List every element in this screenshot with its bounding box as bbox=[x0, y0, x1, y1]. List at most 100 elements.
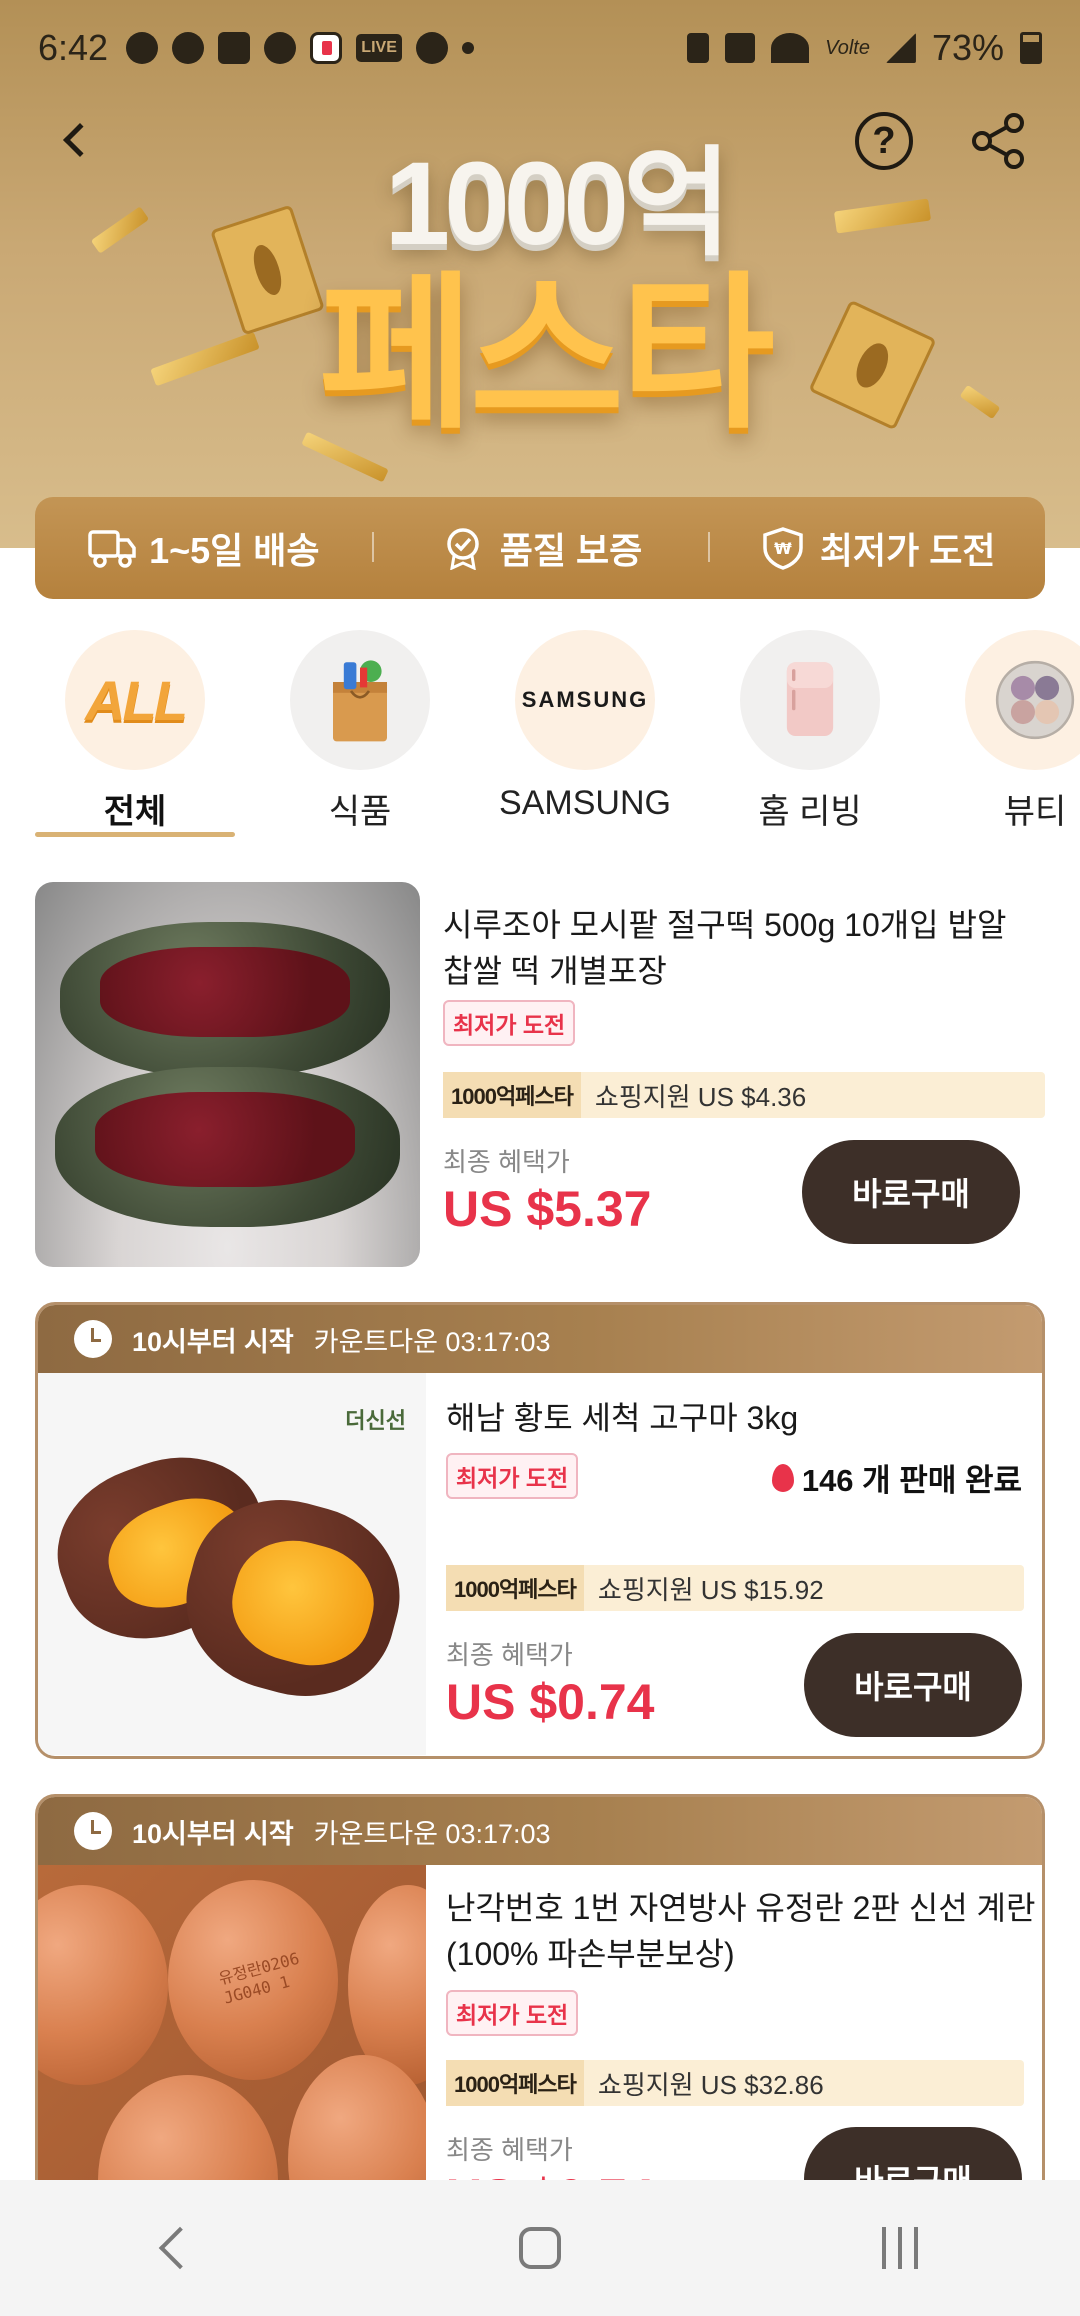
festa-badge: 1000억페스타 bbox=[446, 1565, 584, 1611]
alarm-clock-icon bbox=[74, 1812, 112, 1850]
category-image bbox=[740, 630, 880, 770]
lowest-price-tag: 최저가 도전 bbox=[446, 1990, 579, 2036]
notification-dot-icon bbox=[462, 42, 475, 54]
wifi-icon bbox=[771, 33, 810, 63]
volte-label: Volte bbox=[825, 36, 870, 59]
product-card[interactable]: 시루조아 모시팥 절구떡 500g 10개입 밥알 찹쌀 떡 개별포장 최저가 … bbox=[35, 882, 1045, 1267]
final-price-label: 최종 혜택가 bbox=[446, 1640, 573, 1670]
status-time: 6:42 bbox=[38, 27, 109, 68]
bluetooth-icon bbox=[687, 33, 710, 63]
product-image[interactable] bbox=[35, 882, 420, 1267]
grocery-bag-icon bbox=[333, 660, 387, 742]
confetti-decoration bbox=[90, 206, 150, 254]
recents-icon bbox=[882, 2227, 886, 2269]
product-image[interactable]: 더신선 bbox=[38, 1373, 426, 1755]
shopping-support: 쇼핑지원 US $4.36 bbox=[594, 1081, 807, 1112]
category-image bbox=[290, 630, 430, 770]
category-label: 전체 bbox=[103, 793, 167, 831]
shopping-support: 쇼핑지원 US $32.86 bbox=[597, 2069, 824, 2100]
tab-samsung[interactable]: SAMSUNG SAMSUNG bbox=[485, 630, 685, 823]
benefit-quality: 품질 보증 bbox=[371, 522, 709, 574]
truck-icon bbox=[88, 530, 136, 568]
countdown: 카운트다운 03:17:03 bbox=[313, 1326, 551, 1357]
tab-home-living[interactable]: 홈 리빙 bbox=[710, 630, 910, 833]
benefit-label: 품질 보증 bbox=[499, 530, 643, 571]
eyeshadow-palette-icon bbox=[995, 660, 1075, 740]
battery-icon bbox=[1020, 32, 1042, 64]
quality-badge-icon bbox=[447, 528, 479, 570]
festa-badge: 1000억페스타 bbox=[446, 2060, 584, 2106]
share-icon bbox=[972, 113, 1024, 169]
buy-now-button[interactable]: 바로구매 bbox=[804, 1633, 1022, 1737]
category-label: SAMSUNG bbox=[499, 784, 671, 822]
system-home-button[interactable] bbox=[500, 2208, 580, 2288]
final-price: US $5.37 bbox=[443, 1181, 652, 1237]
benefit-label: 최저가 도전 bbox=[819, 530, 996, 571]
signal-icon bbox=[885, 33, 916, 63]
samsung-logo-icon: SAMSUNG bbox=[521, 687, 649, 712]
category-image: SAMSUNG bbox=[515, 630, 655, 770]
egg-stamp: 유정란0206 JG040 1 bbox=[216, 1948, 302, 2008]
product-name[interactable]: 시루조아 모시팥 절구떡 500g 10개입 밥알 찹쌀 떡 개별포장 bbox=[443, 902, 1033, 994]
moon-icon bbox=[264, 32, 297, 64]
tab-beauty[interactable]: 뷰티 bbox=[935, 630, 1080, 833]
system-back-button[interactable] bbox=[140, 2208, 220, 2288]
category-image bbox=[965, 630, 1080, 770]
shopping-support: 쇼핑지원 US $15.92 bbox=[597, 1574, 824, 1605]
lowest-price-tag: 최저가 도전 bbox=[443, 1000, 576, 1046]
all-logo-icon: ALL bbox=[85, 668, 188, 732]
countdown: 카운트다운 03:17:03 bbox=[313, 1818, 551, 1849]
coupang-app-icon bbox=[310, 32, 343, 64]
confetti-decoration bbox=[833, 198, 932, 234]
person-icon bbox=[416, 32, 449, 64]
final-price-label: 최종 혜택가 bbox=[446, 2135, 573, 2165]
mini-fridge-icon bbox=[786, 662, 834, 736]
share-button[interactable] bbox=[968, 110, 1030, 172]
shopping-app-icon bbox=[218, 32, 251, 64]
benefit-lowest-price: ₩ 최저가 도전 bbox=[708, 522, 1045, 574]
home-icon bbox=[519, 2227, 561, 2269]
festa-title-amount: 1000억 bbox=[384, 138, 731, 270]
chevron-left-icon bbox=[63, 123, 97, 157]
buy-now-button[interactable]: 바로구매 bbox=[802, 1140, 1020, 1244]
deal-countdown-header: 10시부터 시작 카운트다운 03:17:03 bbox=[38, 1797, 1042, 1865]
confetti-decoration bbox=[959, 384, 1001, 420]
category-image: ALL bbox=[65, 630, 205, 770]
category-label: 홈 리빙 bbox=[758, 793, 862, 831]
product-card[interactable]: 10시부터 시작 카운트다운 03:17:03 더신선 해남 황토 세척 고구마… bbox=[35, 1302, 1045, 1759]
category-label: 식품 bbox=[328, 793, 392, 831]
festa-badge: 1000억페스타 bbox=[443, 1072, 581, 1118]
alarm-clock-icon bbox=[74, 1320, 112, 1358]
back-arrow-icon bbox=[158, 2226, 202, 2270]
shield-icon: ₩ bbox=[763, 527, 803, 570]
status-bar: 6:42 LIVE Volte 73% bbox=[0, 0, 1080, 96]
svg-text:₩: ₩ bbox=[774, 539, 792, 558]
product-name[interactable]: 난각번호 1번 자연방사 유정란 2판 신선 계란(100% 파손부분보상) bbox=[446, 1885, 1036, 1977]
fire-drop-icon bbox=[771, 1463, 794, 1492]
system-recents-button[interactable] bbox=[860, 2208, 940, 2288]
back-button[interactable] bbox=[50, 110, 110, 170]
festa-title: 페스타 bbox=[319, 260, 775, 448]
promo-row: 1000억페스타 쇼핑지원 US $4.36 bbox=[443, 1072, 1045, 1118]
promo-banner: 6:42 LIVE Volte 73% 1000억 페스타 ? bbox=[0, 0, 1080, 548]
promo-row: 1000억페스타 쇼핑지원 US $15.92 bbox=[446, 1565, 1024, 1611]
tab-food[interactable]: 식품 bbox=[260, 630, 460, 833]
game-controller-icon bbox=[126, 32, 159, 64]
benefits-bar: 1~5일 배송 품질 보증 ₩ 최저가 도전 bbox=[35, 497, 1045, 599]
sold-count: 146 개 판매 완료 bbox=[771, 1455, 1022, 1500]
brand-logo: 더신선 bbox=[345, 1408, 406, 1433]
cloud-icon bbox=[172, 32, 205, 64]
final-price-label: 최종 혜택가 bbox=[443, 1147, 570, 1177]
help-button[interactable]: ? bbox=[855, 112, 913, 170]
start-time-label: 10시부터 시작 bbox=[132, 1818, 294, 1849]
active-tab-indicator bbox=[35, 832, 235, 837]
question-icon: ? bbox=[872, 119, 896, 162]
category-tabs: ALL 전체 식품 SAMSUNG SAMSUNG 홈 리빙 뷰티 bbox=[0, 630, 1080, 840]
start-time-label: 10시부터 시작 bbox=[132, 1326, 294, 1357]
lowest-price-tag: 최저가 도전 bbox=[446, 1453, 579, 1499]
product-name[interactable]: 해남 황토 세척 고구마 3kg bbox=[446, 1395, 1036, 1441]
system-navigation-bar bbox=[0, 2180, 1080, 2316]
benefit-delivery: 1~5일 배송 bbox=[35, 522, 372, 574]
tab-all[interactable]: ALL 전체 bbox=[35, 630, 235, 833]
confetti-decoration bbox=[150, 331, 260, 387]
